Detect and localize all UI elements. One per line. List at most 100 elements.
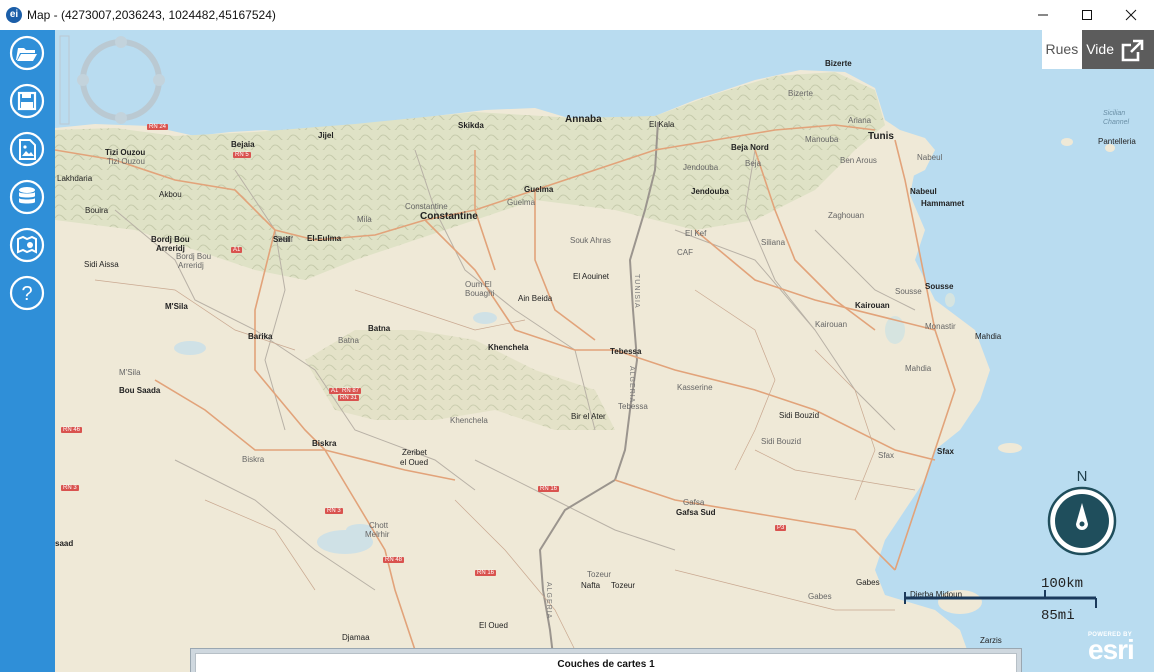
map-place-label: Batna — [368, 324, 391, 333]
map-place-label: Hammamet — [921, 199, 965, 208]
compass-icon — [1047, 486, 1117, 556]
database-icon — [9, 179, 45, 215]
minimize-button[interactable] — [1020, 0, 1066, 30]
map-place-label: Sidi Bouzid — [779, 411, 820, 420]
map-book-icon — [9, 227, 45, 263]
basemap-option-vide-label: Vide — [1086, 41, 1114, 57]
map-place-label: Annaba — [565, 114, 602, 125]
map-place-label: Pantelleria — [1098, 137, 1136, 146]
map-place-label: M'Sila — [165, 302, 188, 311]
road-shield: RN 31 — [338, 395, 360, 401]
export-image-button[interactable] — [9, 131, 45, 167]
map-place-label: Biskra — [242, 455, 265, 464]
road-shield: A1 — [231, 247, 243, 253]
app-logo-icon: ei — [6, 7, 22, 23]
open-button[interactable] — [9, 35, 45, 71]
pan-left-icon — [77, 74, 89, 86]
map-place-label: Bejaia — [231, 140, 255, 149]
map-place-label: Tizi Ouzou — [107, 157, 145, 166]
export-image-icon — [9, 131, 45, 167]
map-book-button[interactable] — [9, 227, 45, 263]
save-button[interactable] — [9, 83, 45, 119]
map-place-label: Sfax — [937, 447, 954, 456]
help-icon: ? — [9, 275, 45, 311]
north-label: N — [1076, 468, 1088, 485]
map-place-label: Ben Arous — [840, 156, 877, 165]
svg-text:?: ? — [21, 283, 32, 305]
map-place-label: Sfax — [878, 451, 895, 460]
maximize-icon — [1082, 10, 1092, 20]
map-view[interactable]: Tizi Ouzou Tizi Ouzou Lakhdaria Bejaia Jijel… — [55, 30, 1154, 672]
map-place-label: Sousse — [895, 287, 922, 296]
map-navigation-widget[interactable] — [59, 34, 167, 126]
map-place-label: M'Sila — [119, 368, 141, 377]
basemap-switcher: Rues Vide — [1041, 30, 1154, 69]
map-place-label: Bizerte — [825, 59, 852, 68]
help-button[interactable]: ? — [9, 275, 45, 311]
map-place-label: Djamaa — [342, 633, 370, 642]
map-place-label: Tozeur — [611, 581, 636, 590]
scale-bar: 100km 85mi — [903, 574, 1098, 624]
scale-mi-label: 85mi — [1041, 608, 1075, 624]
sea-label: Channel — [1103, 119, 1130, 126]
map-place-label: Guelma — [524, 185, 554, 194]
basemap-option-vide[interactable]: Vide — [1082, 30, 1154, 69]
map-place-label: Khenchela — [488, 343, 529, 352]
map-place-label: Mahdia — [975, 332, 1002, 341]
map-place-label: Zeribet — [402, 448, 427, 457]
road-shield: P3 — [775, 525, 787, 531]
map-place-label: Bou Saada — [119, 386, 161, 395]
map-place-label: Gafsa Sud — [676, 508, 716, 517]
map-place-label: Constantine — [420, 211, 478, 222]
pan-right-icon — [153, 74, 165, 86]
map-place-label: Ain Beida — [518, 294, 553, 303]
border-label: TUNISIA — [633, 274, 640, 309]
road-shield: RN 3 — [325, 508, 343, 514]
map-place-label: El Oued — [479, 621, 508, 630]
map-place-label: Souk Ahras — [570, 236, 611, 245]
map-place-label: Setif — [277, 235, 294, 244]
close-icon — [1125, 9, 1137, 21]
maximize-button[interactable] — [1064, 0, 1110, 30]
map-place-label: Kairouan — [815, 320, 848, 329]
road-shield: RN 87 — [340, 388, 362, 394]
basemap-option-rues[interactable]: Rues — [1041, 30, 1083, 69]
map-place-label: Monastir — [925, 322, 956, 331]
map-place-label: Tozeur — [587, 570, 612, 579]
map-place-label: saad — [55, 539, 74, 548]
map-place-label: Tebessa — [610, 347, 642, 356]
layers-panel[interactable]: Couches de cartes 1 — [190, 648, 1022, 672]
map-place-label: Tizi Ouzou — [105, 148, 146, 157]
external-link-icon — [1121, 39, 1144, 61]
north-arrow[interactable]: N — [1047, 468, 1117, 562]
map-place-label: El-Eulma — [307, 234, 342, 243]
map-place-label: Siliana — [761, 238, 786, 247]
map-place-label: Nabeul — [910, 187, 937, 196]
open-folder-icon — [9, 35, 45, 71]
title-bar: ei Map - (4273007,2036243, 1024482,45167… — [0, 0, 1154, 31]
road-shield: A1 — [329, 388, 341, 394]
map-place-label: Gafsa — [683, 498, 705, 507]
map-place-label: Batna — [338, 336, 359, 345]
sidebar: ? — [0, 30, 55, 672]
road-shield: RN 46 — [61, 427, 83, 433]
map-place-label: Melrhir — [365, 530, 390, 539]
map-place-label: Bouaghi — [465, 289, 495, 298]
window-title: Map - (4273007,2036243, 1024482,45167524… — [27, 8, 276, 22]
map-place-label: Constantine — [405, 202, 448, 211]
map-place-label: Bouira — [85, 206, 109, 215]
road-shield: RN 48 — [383, 557, 405, 563]
zoom-slider — [59, 35, 70, 125]
map-place-label: Sousse — [925, 282, 954, 291]
map-place-label: Oum El — [465, 280, 492, 289]
map-place-label: Mila — [357, 215, 372, 224]
database-button[interactable] — [9, 179, 45, 215]
esri-logo: POWERED BY esri — [1088, 632, 1135, 665]
map-place-label: Barika — [248, 332, 273, 341]
road-shield: RN 5 — [233, 152, 251, 158]
close-button[interactable] — [1108, 0, 1154, 30]
map-place-label: Mahdia — [905, 364, 932, 373]
map-place-label: Kasserine — [677, 383, 713, 392]
border-label: ALGERIA — [545, 582, 552, 620]
map-place-label: Sidi Aissa — [84, 260, 119, 269]
